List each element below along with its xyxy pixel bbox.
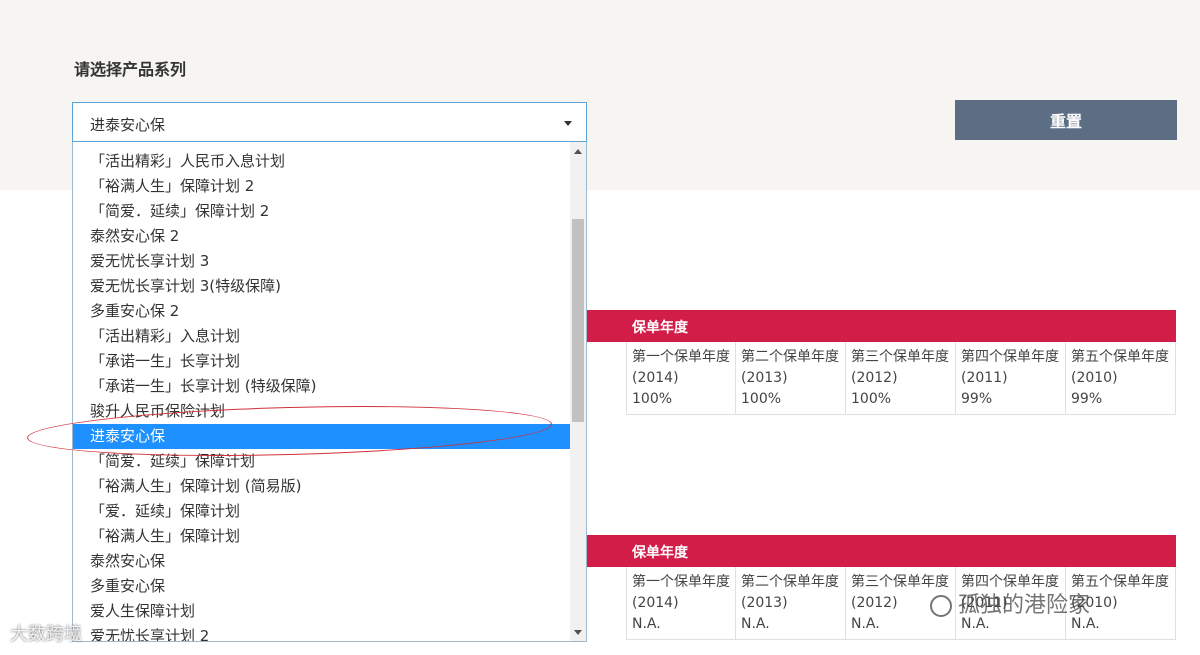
table-cell: 第二个保单年度(2013) 100% <box>736 342 846 415</box>
dropdown-option[interactable]: 「活出精彩」人民币入息计划 <box>73 149 571 174</box>
table-header: 保单年度 <box>587 535 1176 567</box>
table-cell: 第三个保单年度(2012) 100% <box>846 342 956 415</box>
policy-year-value: 100% <box>741 391 782 407</box>
policy-year-label: 第二个保单年度(2013) <box>741 574 839 611</box>
dropdown-option[interactable]: 泰然安心保 2 <box>73 224 571 249</box>
dropdown-option[interactable]: 爱无忧长享计划 3 <box>73 249 571 274</box>
dropdown-option[interactable]: 爱无忧长享计划 2 <box>73 624 571 641</box>
watermark-right: 孤独的港险家 <box>930 587 1090 619</box>
dropdown-option[interactable]: 泰然安心保 <box>73 549 571 574</box>
scroll-down-icon[interactable] <box>574 630 582 635</box>
policy-year-label: 第四个保单年度(2011) <box>961 349 1059 386</box>
table-cell: 第一个保单年度(2014) N.A. <box>626 567 736 640</box>
table-header: 保单年度 <box>587 310 1176 342</box>
chevron-down-icon[interactable] <box>564 121 572 126</box>
table-cell: 第二个保单年度(2013) N.A. <box>736 567 846 640</box>
table-cell: 第四个保单年度(2011) 99% <box>956 342 1066 415</box>
dropdown-option[interactable]: 「裕满人生」保障计划 2 <box>73 174 571 199</box>
watermark-right-text: 孤独的港险家 <box>958 593 1091 618</box>
dropdown-option[interactable]: 「简爱．延续」保障计划 2 <box>73 199 571 224</box>
policy-year-value: 99% <box>961 391 993 407</box>
dropdown-scrollbar[interactable] <box>570 142 586 641</box>
dropdown-option[interactable]: 爱无忧长享计划 3(特级保障) <box>73 274 571 299</box>
policy-year-value: 99% <box>1071 391 1103 407</box>
policy-year-label: 第一个保单年度(2014) <box>632 349 730 386</box>
dropdown-option[interactable]: 「承诺一生」长享计划 <box>73 349 571 374</box>
policy-year-value: N.A. <box>632 616 661 632</box>
product-series-options[interactable]: 「活出精彩」人民币入息计划 「裕满人生」保障计划 2 「简爱．延续」保障计划 2… <box>72 142 587 642</box>
dropdown-option[interactable]: 「活出精彩」入息计划 <box>73 324 571 349</box>
reset-button[interactable]: 重置 <box>955 100 1177 140</box>
scrollbar-thumb[interactable] <box>572 219 584 422</box>
dropdown-option[interactable]: 「承诺一生」长享计划 (特级保障) <box>73 374 571 399</box>
product-series-select[interactable]: 进泰安心保 <box>72 102 587 142</box>
dropdown-option[interactable]: 爱人生保障计划 <box>73 599 571 624</box>
policy-year-label: 第二个保单年度(2013) <box>741 349 839 386</box>
watermark-left: 大数跨境 <box>10 624 82 645</box>
policy-year-label: 第五个保单年度(2010) <box>1071 349 1169 386</box>
dropdown-option[interactable]: 「裕满人生」保障计划 (简易版) <box>73 474 571 499</box>
product-series-label: 请选择产品系列 <box>74 60 187 79</box>
table-header-label: 保单年度 <box>632 320 688 336</box>
dropdown-option[interactable]: 「爱．延续」保障计划 <box>73 499 571 524</box>
policy-year-value: N.A. <box>741 616 770 632</box>
scroll-up-icon[interactable] <box>574 149 582 154</box>
table-header-label: 保单年度 <box>632 545 688 561</box>
policy-year-value: 100% <box>632 391 673 407</box>
wechat-icon <box>930 595 952 617</box>
policy-year-value: 100% <box>851 391 892 407</box>
table-cell: 第一个保单年度(2014) 100% <box>626 342 736 415</box>
dropdown-option[interactable]: 「裕满人生」保障计划 <box>73 524 571 549</box>
policy-year-label: 第三个保单年度(2012) <box>851 349 949 386</box>
policy-year-value: N.A. <box>851 616 880 632</box>
selected-product-value: 进泰安心保 <box>90 116 166 134</box>
policy-year-label: 第一个保单年度(2014) <box>632 574 730 611</box>
dropdown-option[interactable]: 多重安心保 2 <box>73 299 571 324</box>
table-cell: 第五个保单年度(2010) 99% <box>1066 342 1176 415</box>
dropdown-option[interactable]: 多重安心保 <box>73 574 571 599</box>
